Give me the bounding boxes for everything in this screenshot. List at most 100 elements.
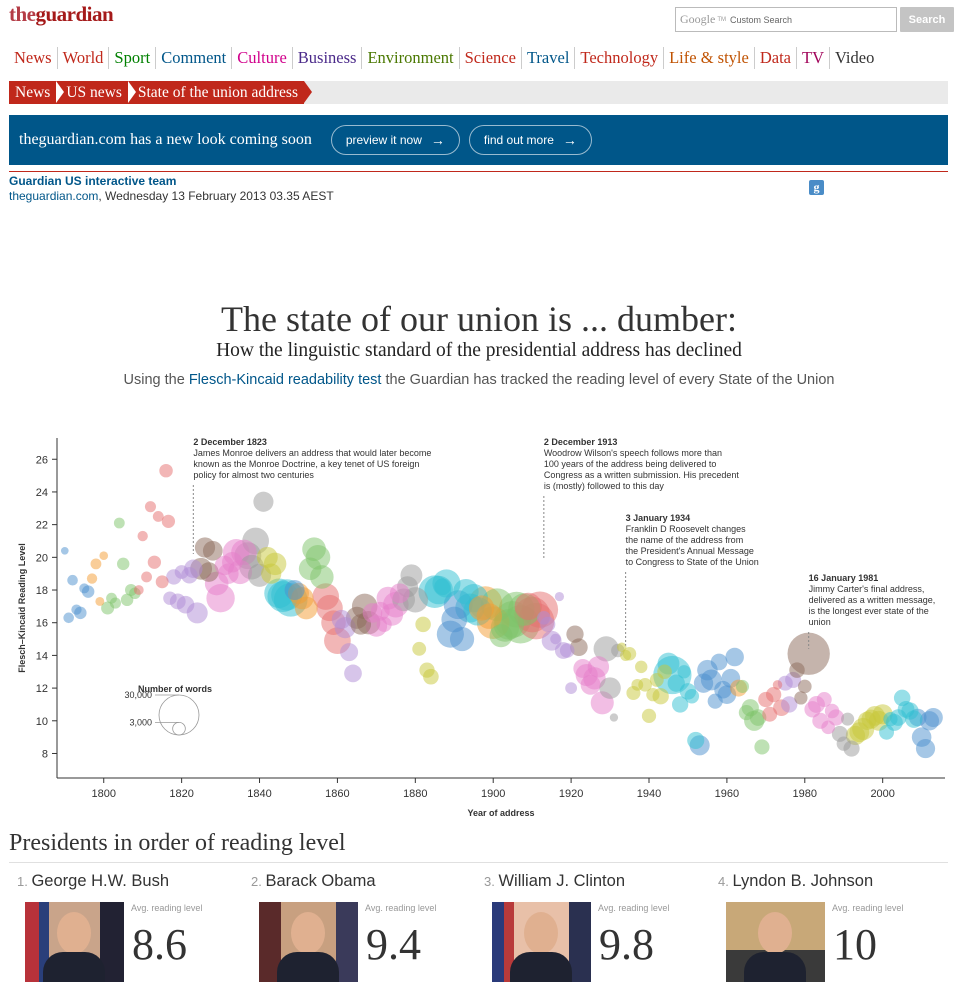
breadcrumb-us-news[interactable]: US news xyxy=(56,81,136,104)
intro-text: Using the Flesch-Kincaid readability tes… xyxy=(0,372,958,388)
data-point xyxy=(449,626,475,652)
nav-item-world[interactable]: World xyxy=(58,47,110,69)
headline: The state of our union is ... dumber: xyxy=(221,299,737,339)
portrait-suit xyxy=(744,952,806,982)
president-portrait xyxy=(726,902,825,982)
annotation-date: 16 January 1981 xyxy=(809,573,879,583)
president-card[interactable]: 1. George H.W. Bush Avg. reading level 8.6 xyxy=(17,872,242,982)
data-point xyxy=(86,573,98,584)
guardian-logo[interactable]: theguardian xyxy=(9,2,114,27)
data-point xyxy=(599,677,621,699)
data-point xyxy=(116,557,130,571)
data-point xyxy=(841,712,855,726)
president-card[interactable]: 4. Lyndon B. Johnson Avg. reading level 10 xyxy=(718,872,943,982)
nav-item-life-style[interactable]: Life & style xyxy=(664,47,755,69)
annotation-date: 2 December 1913 xyxy=(544,437,618,447)
annotation-text: delivered as a written message, xyxy=(809,595,936,605)
president-name-text: William J. Clinton xyxy=(498,872,625,890)
data-point xyxy=(893,689,911,707)
preview-it-now-button[interactable]: preview it now → xyxy=(330,125,460,155)
annotation-text: 100 years of the address being delivered… xyxy=(544,459,717,469)
data-point xyxy=(707,693,723,709)
data-point xyxy=(616,642,627,652)
president-card[interactable]: 3. William J. Clinton Avg. reading level 9… xyxy=(484,872,709,982)
data-point xyxy=(915,738,936,759)
flesch-kincaid-link[interactable]: Flesch-Kincaid readability test xyxy=(189,372,382,388)
data-point xyxy=(141,571,152,583)
data-point xyxy=(824,703,840,719)
subheadline: How the linguistic standard of the presi… xyxy=(216,340,742,361)
y-tick-label: 24 xyxy=(36,487,48,499)
divider xyxy=(9,862,948,863)
nav-item-culture[interactable]: Culture xyxy=(232,47,293,69)
nav-item-sport[interactable]: Sport xyxy=(109,47,157,69)
nav-item-business[interactable]: Business xyxy=(293,47,363,69)
annotation-text: the name of the address from xyxy=(626,535,744,545)
data-point xyxy=(133,585,144,595)
portrait-figure xyxy=(758,912,792,954)
search-button[interactable]: Search xyxy=(900,7,954,32)
president-card[interactable]: 2. Barack Obama Avg. reading level 9.4 xyxy=(251,872,476,982)
breadcrumb-news[interactable]: News xyxy=(9,81,65,104)
nav-item-technology[interactable]: Technology xyxy=(575,47,665,69)
data-point xyxy=(340,643,359,662)
x-tick-label: 1800 xyxy=(91,788,115,800)
data-point xyxy=(641,708,657,724)
nav-item-environment[interactable]: Environment xyxy=(362,47,460,69)
president-rank: 2. xyxy=(251,874,266,889)
avg-reading-level-label: Avg. reading level xyxy=(598,903,670,913)
data-point xyxy=(631,678,644,691)
annotation-text: policy for almost two centuries xyxy=(193,470,314,480)
data-point xyxy=(754,739,770,755)
x-tick-label: 1980 xyxy=(793,788,817,800)
y-axis-title: Flesch–Kincaid Reading Level xyxy=(17,543,27,673)
data-point xyxy=(298,557,322,581)
breadcrumb: News US news State of the union address xyxy=(9,81,313,104)
annotation-text: union xyxy=(809,617,831,627)
president-name-text: Lyndon B. Johnson xyxy=(732,872,874,890)
data-point xyxy=(389,583,410,604)
x-tick-label: 1960 xyxy=(715,788,739,800)
breadcrumb-state-of-the-union[interactable]: State of the union address xyxy=(127,81,313,104)
find-out-more-button[interactable]: find out more → xyxy=(468,125,592,155)
data-point xyxy=(468,595,495,621)
data-point xyxy=(95,596,105,606)
data-point xyxy=(489,624,513,648)
president-name-text: Barack Obama xyxy=(265,872,376,890)
google-plus-icon[interactable]: g xyxy=(809,180,824,195)
data-point xyxy=(554,591,565,602)
nav-item-tv[interactable]: TV xyxy=(797,47,830,69)
data-point xyxy=(762,706,778,722)
nav-item-comment[interactable]: Comment xyxy=(156,47,233,69)
portrait-suit xyxy=(510,952,572,982)
data-point xyxy=(71,604,82,615)
section-nav: News World Sport Comment Culture Business Envi… xyxy=(9,47,879,69)
avg-reading-level-value: 10 xyxy=(833,920,877,969)
president-rank: 1. xyxy=(17,874,32,889)
y-tick-label: 8 xyxy=(42,748,48,760)
byline-author[interactable]: Guardian US interactive team xyxy=(9,174,176,188)
data-point xyxy=(735,679,750,693)
data-point xyxy=(836,736,851,751)
nav-item-science[interactable]: Science xyxy=(460,47,522,69)
nav-item-travel[interactable]: Travel xyxy=(522,47,576,69)
nav-item-data[interactable]: Data xyxy=(755,47,797,69)
president-portrait xyxy=(492,902,591,982)
data-point xyxy=(60,546,69,555)
nav-item-video[interactable]: Video xyxy=(830,47,879,69)
x-tick-label: 1820 xyxy=(169,788,193,800)
intro-pre: Using the xyxy=(123,372,189,388)
data-point xyxy=(214,555,235,576)
data-point xyxy=(738,705,754,721)
nav-item-news[interactable]: News xyxy=(9,47,58,69)
data-point xyxy=(137,530,148,542)
search-input[interactable]: Google TM Custom Search xyxy=(675,7,897,32)
x-tick-label: 1880 xyxy=(403,788,427,800)
annotation-text: is (mostly) followed to this day xyxy=(544,481,665,491)
president-portrait xyxy=(25,902,124,982)
size-legend-circle xyxy=(172,721,186,736)
dateline-site[interactable]: theguardian.com xyxy=(9,189,98,203)
data-point xyxy=(434,578,451,596)
divider-red xyxy=(9,171,948,172)
size-legend-circle xyxy=(158,694,200,736)
